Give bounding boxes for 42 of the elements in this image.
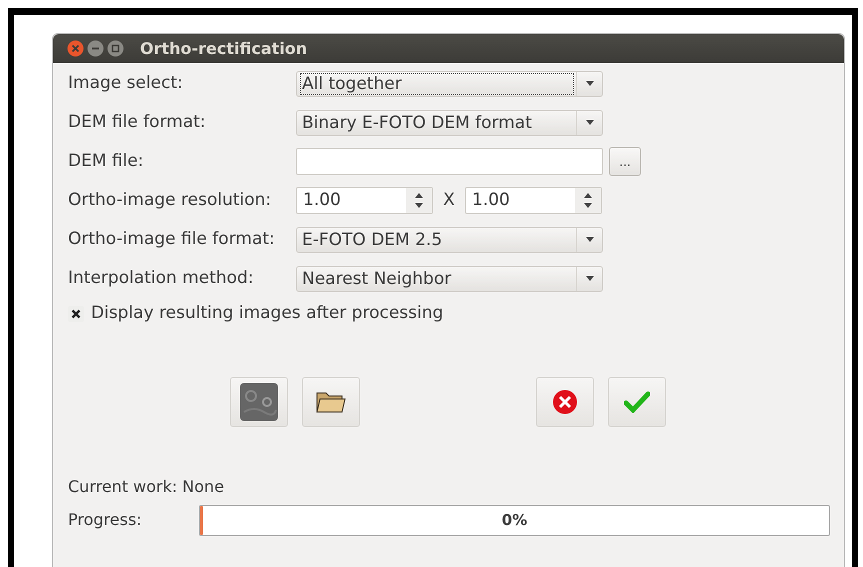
times-label: X xyxy=(442,188,456,212)
field-label: Ortho-image file format: xyxy=(68,228,276,251)
field-label: Image select: xyxy=(68,72,184,95)
dropdown-arrow-icon xyxy=(586,276,594,281)
checkbox[interactable] xyxy=(68,306,84,322)
browse-button[interactable]: ... xyxy=(609,147,641,176)
spin-box[interactable]: 1.00 xyxy=(465,187,602,214)
close-icon[interactable] xyxy=(67,40,84,57)
dropdown[interactable]: Nearest Neighbor xyxy=(296,266,603,292)
field-label: Interpolation method: xyxy=(68,266,255,290)
current-work-value: None xyxy=(182,476,224,498)
file-path-field[interactable] xyxy=(296,148,603,175)
field-label: Ortho-image resolution: xyxy=(68,188,272,212)
checkbox-label: Display resulting images after processing xyxy=(91,302,444,325)
field-label: DEM file: xyxy=(68,150,145,173)
spin-box[interactable]: 1.00 xyxy=(296,187,433,214)
ok-button[interactable] xyxy=(608,376,666,426)
dropdown-value: E-FOTO DEM 2.5 xyxy=(301,230,444,250)
dropdown[interactable]: E-FOTO DEM 2.5 xyxy=(296,226,603,252)
field-label: DEM file format: xyxy=(68,110,207,134)
window-title: Ortho-rectification xyxy=(140,38,308,60)
spin-arrows-icon[interactable] xyxy=(406,188,432,213)
cancel-button[interactable] xyxy=(536,376,594,426)
spin-arrows-icon[interactable] xyxy=(575,188,601,213)
current-work-label: Current work: xyxy=(68,476,178,498)
maximize-icon[interactable] xyxy=(107,40,124,57)
dropdown-value: Nearest Neighbor xyxy=(301,268,452,288)
dropdown[interactable]: All together xyxy=(296,70,603,96)
progress-text: 0% xyxy=(502,510,528,531)
dropdown-arrow-icon xyxy=(586,81,594,86)
dropdown-value: Binary E-FOTO DEM format xyxy=(301,112,533,132)
dropdown-arrow-icon xyxy=(586,120,594,125)
dropdown[interactable]: Binary E-FOTO DEM format xyxy=(296,110,603,136)
image-button[interactable] xyxy=(230,376,288,426)
minimize-icon[interactable] xyxy=(87,40,104,57)
dropdown-arrow-icon xyxy=(586,237,594,242)
progress-label: Progress: xyxy=(68,509,143,531)
cancel-icon xyxy=(552,388,578,414)
texture-icon xyxy=(239,382,279,422)
dropdown-value: All together xyxy=(301,74,573,94)
folder-icon xyxy=(316,390,346,414)
open-folder-button[interactable] xyxy=(302,376,360,426)
